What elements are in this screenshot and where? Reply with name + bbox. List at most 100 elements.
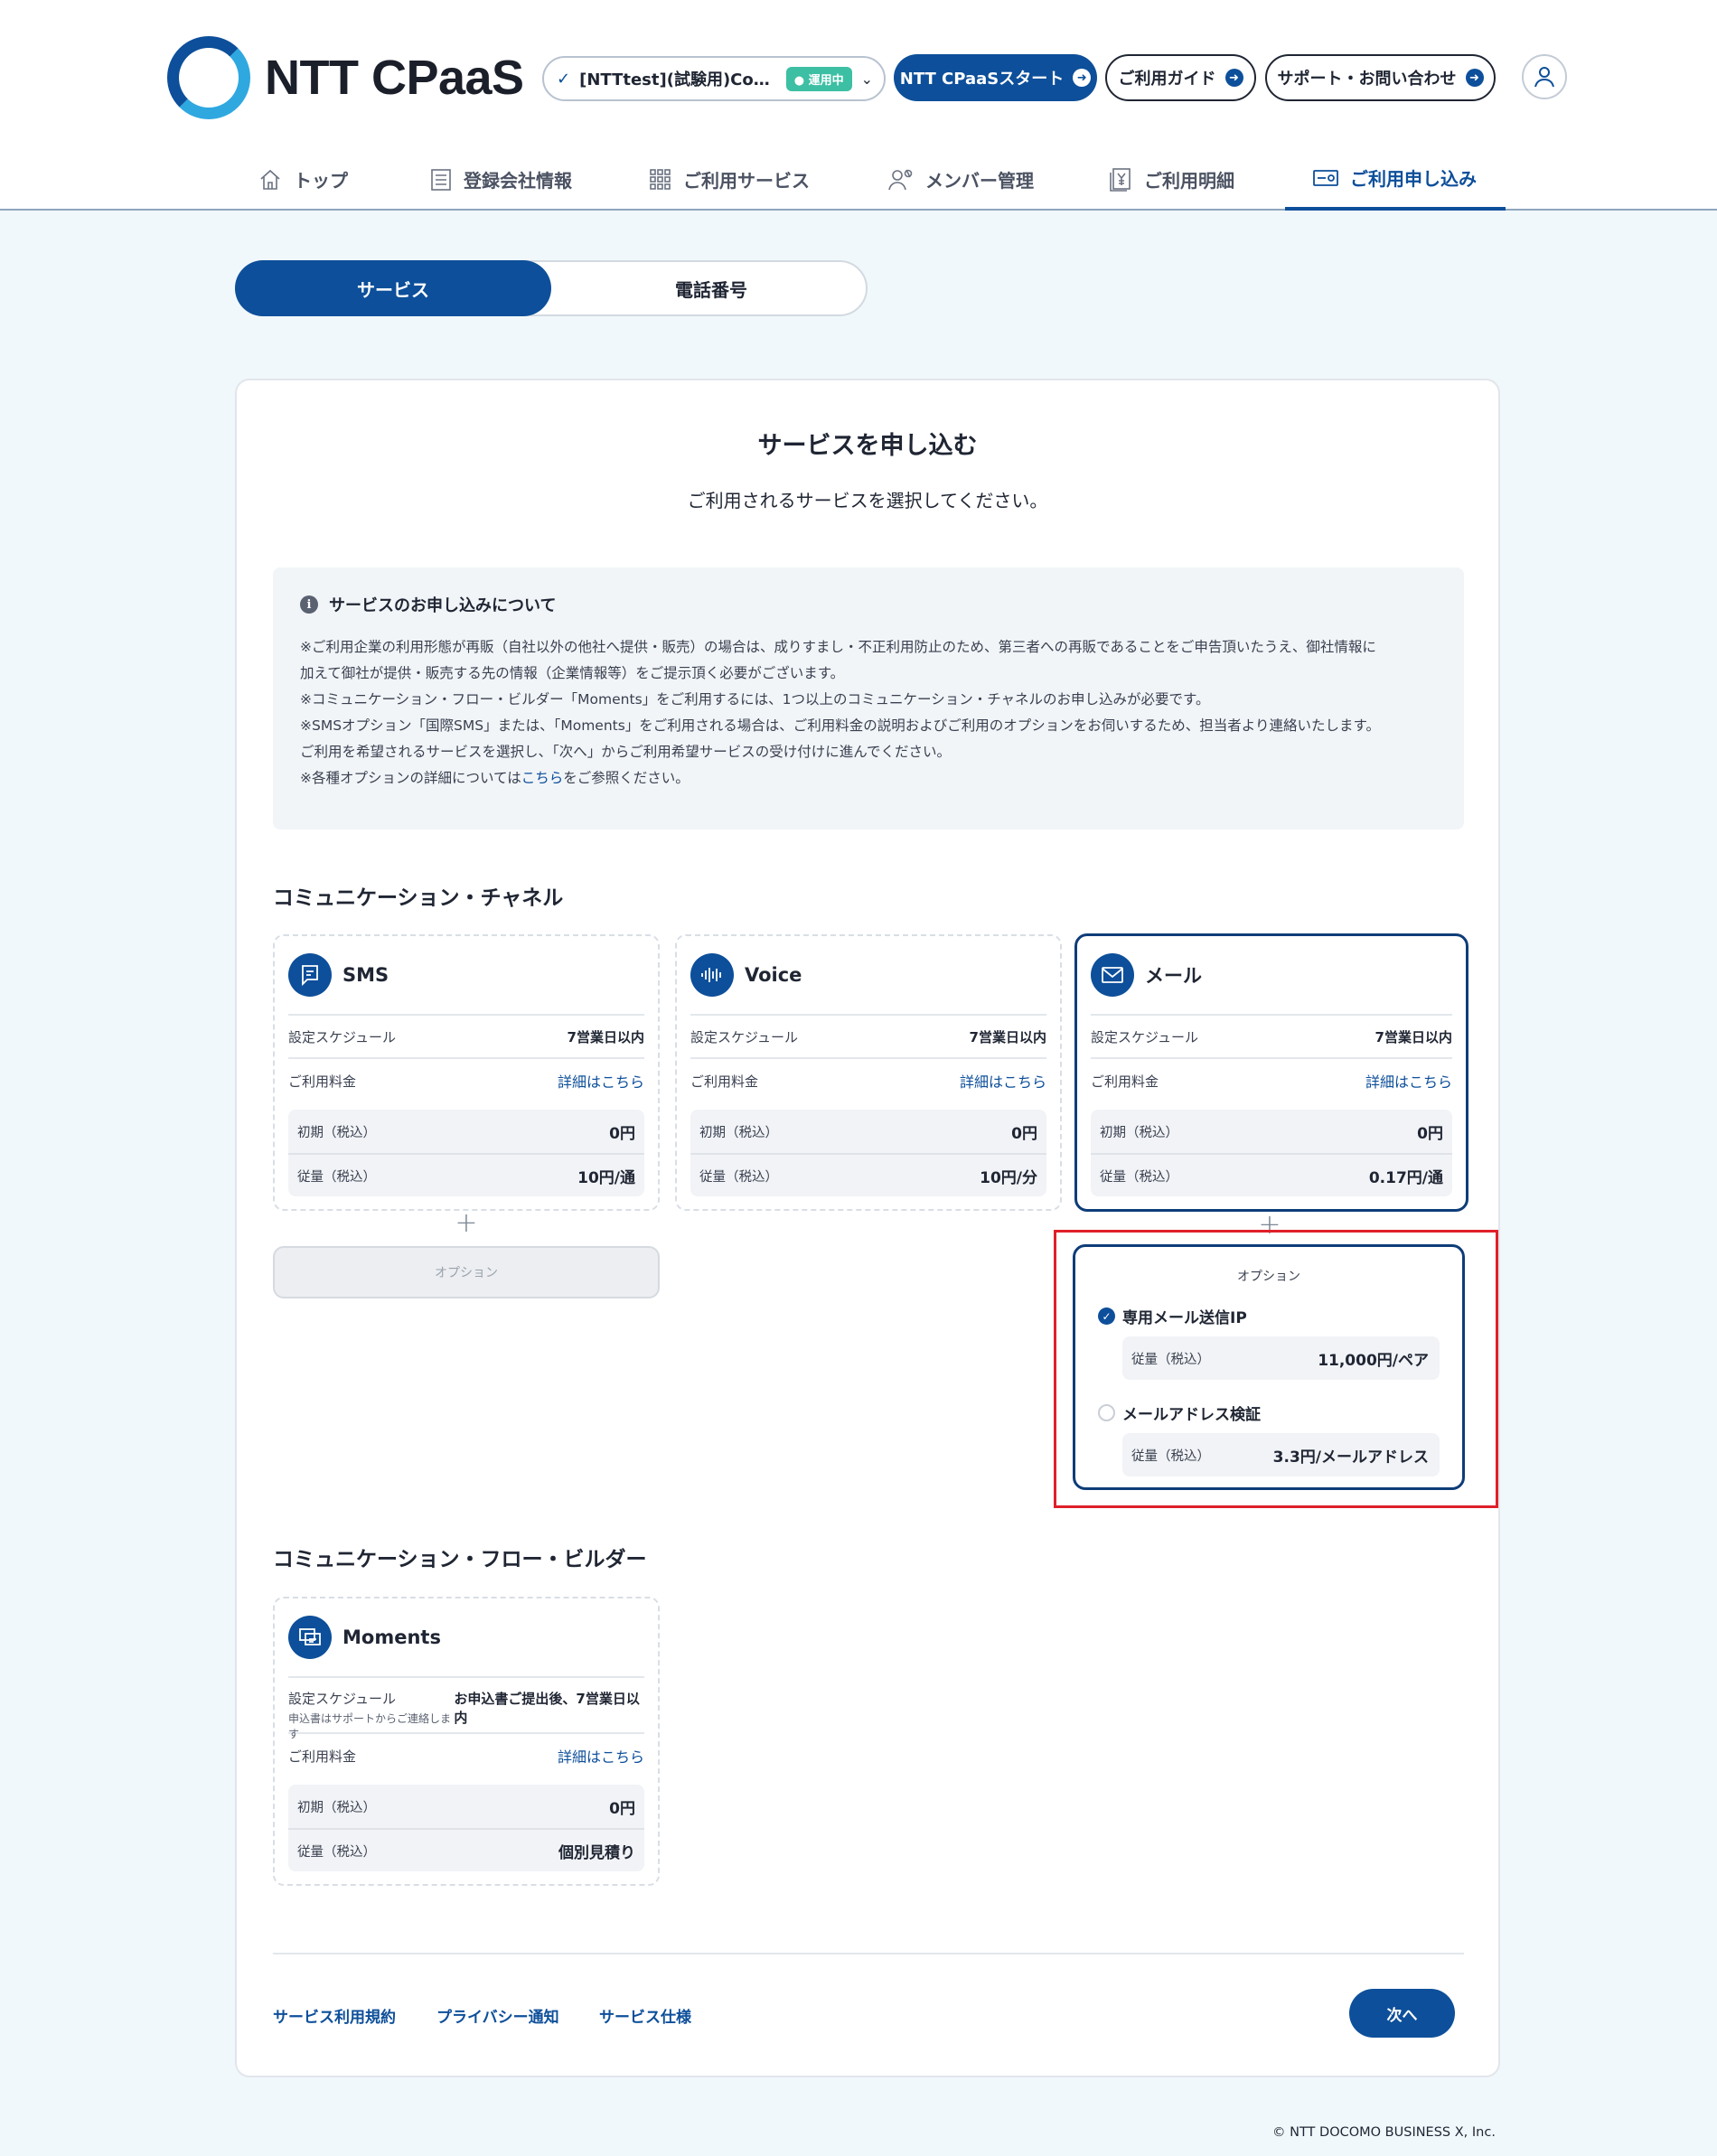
- header: NTT CPaaS ✓ [NTTtest](試験用)Com… ● 運用中 ⌄ N…: [0, 0, 1717, 211]
- options-detail-link[interactable]: こちら: [521, 770, 564, 786]
- usage-fee-label: 従量（税込）: [1100, 1169, 1178, 1185]
- notice-line: ※各種オプションの詳細についてはこちらをご参照ください。: [300, 765, 1437, 792]
- option-address-verification[interactable]: メールアドレス検証 従量（税込） 3.3円/メールアドレス: [1098, 1401, 1440, 1476]
- schedule-label: 設定スケジュール: [690, 1028, 798, 1045]
- notice-line6-post: をご参照ください。: [563, 770, 690, 786]
- logo[interactable]: NTT CPaaS: [167, 36, 524, 119]
- option-label-text: 専用メール送信IP: [1122, 1309, 1247, 1327]
- nav-company-label: 登録会社情報: [464, 170, 572, 192]
- usage-fee-row: 従量（税込） 個別見積り: [288, 1828, 644, 1871]
- initial-fee-row: 初期（税込） 0円: [1091, 1110, 1452, 1153]
- option-fee-value: 3.3円/メールアドレス: [1272, 1448, 1429, 1467]
- cpaas-start-button[interactable]: NTT CPaaSスタート ➜: [894, 54, 1097, 101]
- fee-detail-link[interactable]: 詳細はこちら: [558, 1745, 644, 1767]
- chevron-down-icon: ⌄: [860, 70, 873, 88]
- guide-label: ご利用ガイド: [1118, 70, 1216, 89]
- tab-phone-number[interactable]: 電話番号: [553, 260, 869, 316]
- option-fee-label: 従量（税込）: [1131, 1352, 1210, 1367]
- option-label: メールアドレス検証: [1098, 1401, 1440, 1424]
- initial-fee-value: 0円: [1011, 1124, 1037, 1143]
- arrow-right-icon: ➜: [1073, 69, 1092, 87]
- grid-icon: [650, 168, 671, 190]
- nav-services[interactable]: ご利用サービス: [649, 148, 810, 211]
- tab-service[interactable]: サービス: [235, 260, 551, 316]
- initial-fee-value: 0円: [609, 1124, 635, 1143]
- page-title: サービスを申し込む: [757, 432, 978, 460]
- nav-services-label: ご利用サービス: [683, 170, 810, 192]
- unchecked-icon[interactable]: [1098, 1404, 1115, 1421]
- service-card-voice[interactable]: Voice 設定スケジュール 7営業日以内 ご利用料金 詳細はこちら 初期（税込） 0…: [675, 934, 1062, 1211]
- option-fee: 従量（税込） 3.3円/メールアドレス: [1122, 1433, 1440, 1476]
- nav-top[interactable]: トップ: [258, 148, 348, 211]
- initial-fee-value: 0円: [1417, 1124, 1443, 1143]
- notice-title-text: サービスのお申し込みについて: [329, 596, 557, 615]
- usage-fee-row: 従量（税込） 10円/分: [690, 1153, 1046, 1196]
- terms-link[interactable]: サービス利用規約: [273, 2004, 396, 2027]
- fee-label: ご利用料金: [1091, 1073, 1159, 1090]
- fee-label: ご利用料金: [288, 1748, 357, 1765]
- fee-detail-link[interactable]: 詳細はこちら: [558, 1070, 644, 1092]
- notice-line: 加えて御社が提供・販売する先の情報（企業情報等）をご提示頂く必要がございます。: [300, 665, 845, 681]
- option-dedicated-ip[interactable]: ✓ 専用メール送信IP 従量（税込） 11,000円/ペア: [1098, 1305, 1440, 1380]
- fee-detail-link[interactable]: 詳細はこちら: [1365, 1070, 1452, 1092]
- service-card-sms[interactable]: SMS 設定スケジュール 7営業日以内 ご利用料金 詳細はこちら 初期（税込） 0円 …: [273, 934, 660, 1211]
- fee-row: ご利用料金 詳細はこちら: [288, 1059, 644, 1102]
- option-fee: 従量（税込） 11,000円/ペア: [1122, 1336, 1440, 1380]
- option-label: ✓ 専用メール送信IP: [1098, 1305, 1440, 1327]
- user-menu-button[interactable]: [1522, 54, 1567, 99]
- initial-fee-label: 初期（税込）: [297, 1800, 376, 1815]
- sms-option-button[interactable]: オプション: [273, 1246, 660, 1298]
- option-card-title: オプション: [1237, 1270, 1300, 1284]
- plus-icon: +: [455, 1207, 478, 1239]
- check-icon: ✓: [557, 69, 571, 89]
- nav-company[interactable]: 登録会社情報: [429, 148, 572, 211]
- home-icon: [260, 169, 280, 190]
- channel-heading: コミュニケーション・チャネル: [273, 886, 564, 910]
- service-name: Moments: [342, 1626, 441, 1648]
- usage-fee-value: 0.17円/通: [1368, 1168, 1443, 1187]
- schedule-value: 7営業日以内: [969, 1028, 1046, 1045]
- fee-row: ご利用料金 詳細はこちら: [690, 1059, 1046, 1102]
- schedule-note: 申込書はサポートからご連絡します: [288, 1712, 452, 1740]
- flow-builder-heading: コミュニケーション・フロー・ビルダー: [273, 1548, 647, 1571]
- fee-detail-link[interactable]: 詳細はこちら: [960, 1070, 1046, 1092]
- usage-fee-label: 従量（税込）: [297, 1844, 376, 1860]
- main-nav: トップ 登録会社情報 ご利用サービス メンバー管理 ご利用明細 ご利用申し込み: [0, 148, 1717, 211]
- service-name: Voice: [745, 964, 802, 986]
- fee-box: 初期（税込） 0円 従量（税込） 10円/通: [288, 1110, 644, 1196]
- next-button[interactable]: 次へ: [1349, 1989, 1455, 2038]
- members-icon: [888, 169, 913, 190]
- notice-line6-pre: ※各種オプションの詳細については: [300, 770, 521, 786]
- service-card-mail[interactable]: メール 設定スケジュール 7営業日以内 ご利用料金 詳細はこちら 初期（税込） 0円 …: [1074, 933, 1468, 1212]
- status-badge: ● 運用中: [785, 66, 852, 91]
- notice-box: i サービスのお申し込みについて ※ご利用企業の利用形態が再販（自社以外の他社へ…: [273, 567, 1464, 830]
- nav-billing[interactable]: ご利用明細: [1108, 148, 1234, 211]
- schedule-label-group: 設定スケジュール 申込書はサポートからご連絡します: [288, 1689, 454, 1741]
- service-name: メール: [1145, 965, 1202, 987]
- schedule-label: 設定スケジュール: [288, 1028, 396, 1045]
- schedule-row: 設定スケジュール 7営業日以内: [1091, 1016, 1452, 1059]
- initial-fee-value: 0円: [609, 1799, 635, 1818]
- schedule-label: 設定スケジュール: [1091, 1028, 1198, 1045]
- service-spec-link[interactable]: サービス仕様: [599, 2004, 691, 2027]
- schedule-label: 設定スケジュール: [288, 1691, 396, 1707]
- account-name: [NTTtest](試験用)Com…: [579, 70, 779, 89]
- schedule-row: 設定スケジュール 7営業日以内: [690, 1016, 1046, 1059]
- option-fee-label: 従量（税込）: [1131, 1448, 1210, 1464]
- initial-fee-label: 初期（税込）: [699, 1125, 778, 1140]
- support-button[interactable]: サポート・お問い合わせ ➜: [1265, 54, 1496, 101]
- nav-top-label: トップ: [294, 170, 348, 192]
- guide-button[interactable]: ご利用ガイド ➜: [1105, 54, 1256, 101]
- account-select[interactable]: ✓ [NTTtest](試験用)Com… ● 運用中 ⌄: [542, 56, 886, 101]
- service-card-header: SMS: [288, 936, 644, 1016]
- checked-icon[interactable]: ✓: [1098, 1308, 1115, 1325]
- notice-line: ※ご利用企業の利用形態が再販（自社以外の他社へ提供・販売）の場合は、成りすまし・…: [300, 639, 1376, 655]
- service-card-moments[interactable]: Moments 設定スケジュール 申込書はサポートからご連絡します お申込書ご提…: [273, 1597, 660, 1886]
- usage-fee-value: 個別見積り: [558, 1843, 635, 1862]
- nav-application[interactable]: ご利用申し込み: [1285, 148, 1506, 211]
- nav-members[interactable]: メンバー管理: [887, 148, 1034, 211]
- schedule-row: 設定スケジュール 申込書はサポートからご連絡します お申込書ご提出後、7営業日以…: [288, 1678, 644, 1740]
- privacy-link[interactable]: プライバシー通知: [436, 2004, 559, 2027]
- application-icon: [1313, 169, 1338, 186]
- usage-fee-row: 従量（税込） 10円/通: [288, 1153, 644, 1196]
